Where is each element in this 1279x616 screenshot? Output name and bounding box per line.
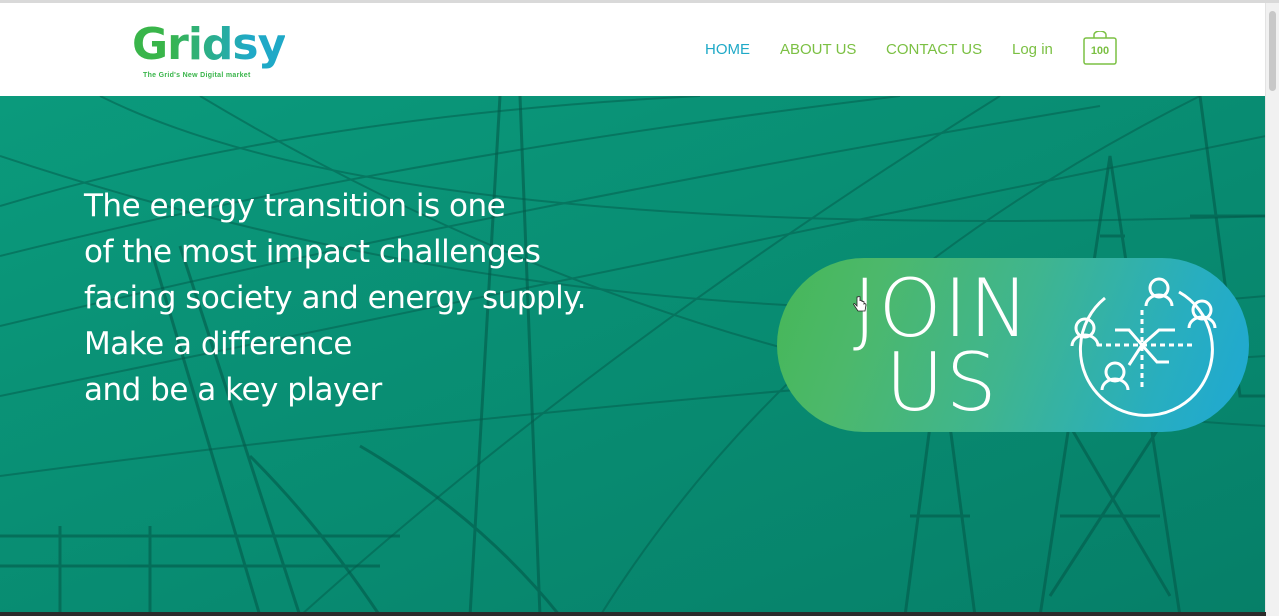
cart-count: 100 <box>1090 45 1110 57</box>
logo-tagline: The Grid's New Digital market <box>143 72 251 79</box>
hero-line-5: and be a key player <box>84 372 382 408</box>
hero-line-1: The energy transition is one <box>84 188 506 224</box>
network-people-globe-icon <box>1070 277 1217 417</box>
cart-button[interactable]: 100 <box>1083 31 1117 65</box>
hero-line-2: of the most impact challenges <box>84 234 541 270</box>
scrollbar-thumb[interactable] <box>1269 11 1276 91</box>
nav-about-us[interactable]: ABOUT US <box>780 41 856 58</box>
join-us-line-2: US <box>885 336 999 429</box>
hero-line-4: Make a difference <box>84 326 352 362</box>
nav-log-in[interactable]: Log in <box>1012 41 1053 58</box>
hero-headline: The energy transition is one of the most… <box>84 183 644 413</box>
page-scrollbar[interactable] <box>1265 3 1279 616</box>
nav-contact-us[interactable]: CONTACT US <box>886 41 982 58</box>
page-bottom-edge <box>0 612 1266 616</box>
nav-home[interactable]: HOME <box>705 41 750 58</box>
hand-cursor-icon <box>853 296 867 312</box>
join-us-label: JOIN US <box>827 269 1057 429</box>
main-nav: HOME ABOUT US CONTACT US Log in <box>0 38 1266 62</box>
join-us-button[interactable]: JOIN US <box>777 258 1249 432</box>
hero-line-3: facing society and energy supply. <box>84 280 587 316</box>
